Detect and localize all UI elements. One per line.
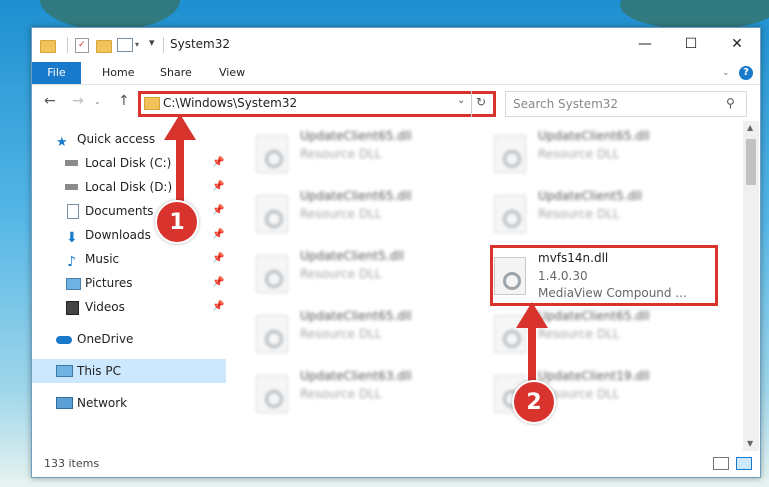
pin-icon[interactable]: 📌 bbox=[212, 247, 224, 271]
dll-file-icon bbox=[256, 315, 288, 353]
callout-arrowhead-1 bbox=[164, 114, 196, 140]
expand-ribbon-icon[interactable]: ⌄ bbox=[722, 68, 730, 78]
callout-badge-2: 2 bbox=[512, 380, 556, 424]
download-arrow-icon: ⬇ bbox=[66, 230, 78, 246]
tab-share[interactable]: Share bbox=[160, 62, 192, 84]
search-icon[interactable]: ⚲ bbox=[726, 96, 735, 110]
recent-locations-icon[interactable]: ⌄ bbox=[94, 97, 101, 106]
navigation-pane: ★ Quick access Local Disk (C:) 📌 Local D… bbox=[32, 121, 228, 451]
window-title: System32 bbox=[170, 37, 231, 51]
minimize-button[interactable]: — bbox=[622, 28, 668, 60]
dll-file-icon bbox=[256, 135, 288, 173]
vertical-scrollbar[interactable]: ▲ ▼ bbox=[743, 121, 759, 451]
search-placeholder: Search System32 bbox=[513, 97, 619, 111]
target-highlight-box bbox=[490, 245, 718, 306]
dll-file-icon bbox=[256, 255, 288, 293]
sidebar-item-videos[interactable]: Videos 📌 bbox=[32, 295, 226, 319]
sidebar-item-local-disk-d[interactable]: Local Disk (D:) 📌 bbox=[32, 175, 226, 199]
scroll-down-icon[interactable]: ▼ bbox=[747, 439, 753, 448]
documents-icon bbox=[67, 204, 79, 219]
callout-badge-1: 1 bbox=[155, 200, 199, 244]
dll-file-icon bbox=[494, 135, 526, 173]
pin-icon[interactable]: 📌 bbox=[212, 295, 224, 319]
sidebar-item-this-pc[interactable]: This PC bbox=[32, 359, 226, 383]
status-bar: 133 items bbox=[32, 451, 760, 477]
details-view-icon[interactable] bbox=[713, 457, 729, 470]
title-bar: ✓ ▾ ▾ System32 — ☐ ✕ bbox=[32, 28, 760, 62]
list-item[interactable]: UpdateClient5.dll Resource DLL bbox=[492, 189, 722, 239]
list-item[interactable]: UpdateClient65.dll Resource DLL bbox=[254, 189, 484, 239]
list-item[interactable]: UpdateClient5.dll Resource DLL bbox=[254, 249, 484, 299]
tab-file[interactable]: File bbox=[32, 62, 81, 84]
customize-icon[interactable] bbox=[117, 38, 133, 52]
cloud-icon bbox=[56, 336, 72, 344]
navigation-bar: ← → ⌄ ↑ C:\Windows\System32 ⌄ ↻ Search S… bbox=[32, 85, 760, 119]
dll-file-icon bbox=[256, 375, 288, 413]
sidebar-item-pictures[interactable]: Pictures 📌 bbox=[32, 271, 226, 295]
help-icon[interactable]: ? bbox=[739, 66, 753, 80]
pin-icon[interactable]: 📌 bbox=[212, 271, 224, 295]
dll-file-icon bbox=[494, 195, 526, 233]
drive-icon bbox=[65, 184, 78, 190]
tab-home[interactable]: Home bbox=[102, 62, 134, 84]
callout-arrowhead-2 bbox=[516, 302, 548, 328]
dropdown-icon[interactable]: ▾ bbox=[149, 36, 155, 52]
drive-icon bbox=[65, 160, 78, 166]
list-item[interactable]: UpdateClient65.dll Resource DLL bbox=[492, 129, 722, 179]
background-palm bbox=[620, 0, 769, 30]
separator bbox=[163, 37, 164, 53]
properties-icon[interactable]: ✓ bbox=[75, 38, 89, 53]
star-icon: ★ bbox=[56, 135, 68, 150]
up-arrow-icon[interactable]: ↑ bbox=[118, 93, 130, 109]
sidebar-item-network[interactable]: Network bbox=[32, 391, 226, 415]
pictures-icon bbox=[66, 278, 81, 290]
list-item[interactable]: UpdateClient65.dll Resource DLL bbox=[254, 129, 484, 179]
back-arrow-icon[interactable]: ← bbox=[44, 93, 56, 109]
refresh-icon[interactable]: ↻ bbox=[476, 95, 486, 109]
large-icons-view-icon[interactable] bbox=[736, 457, 752, 470]
pin-icon[interactable]: 📌 bbox=[212, 199, 224, 223]
explorer-window: ✓ ▾ ▾ System32 — ☐ ✕ File Home Share Vie… bbox=[31, 27, 761, 478]
separator bbox=[67, 37, 68, 53]
background-palm bbox=[40, 0, 180, 30]
chevron-down-icon[interactable]: ▾ bbox=[135, 40, 139, 56]
sidebar-item-onedrive[interactable]: OneDrive bbox=[32, 327, 226, 351]
address-path: C:\Windows\System32 bbox=[163, 96, 298, 110]
callout-arrow-2 bbox=[528, 322, 536, 384]
sidebar-item-music[interactable]: ♪ Music 📌 bbox=[32, 247, 226, 271]
scroll-up-icon[interactable]: ▲ bbox=[747, 123, 753, 132]
music-icon: ♪ bbox=[67, 254, 76, 270]
folder-icon bbox=[144, 97, 160, 110]
maximize-button[interactable]: ☐ bbox=[668, 28, 714, 60]
tab-view[interactable]: View bbox=[219, 62, 245, 84]
search-input[interactable]: Search System32 ⚲ bbox=[505, 91, 747, 117]
ribbon: File Home Share View ⌄ ? bbox=[32, 62, 760, 85]
pin-icon[interactable]: 📌 bbox=[212, 223, 224, 247]
videos-icon bbox=[66, 301, 79, 315]
list-item[interactable]: UpdateClient63.dll Resource DLL bbox=[254, 369, 484, 419]
list-item[interactable]: UpdateClient65.dll Resource DLL bbox=[254, 309, 484, 359]
chevron-down-icon[interactable]: ⌄ bbox=[457, 95, 465, 106]
forward-arrow-icon[interactable]: → bbox=[72, 93, 84, 109]
sidebar-item-quick-access[interactable]: ★ Quick access bbox=[32, 127, 226, 151]
close-button[interactable]: ✕ bbox=[714, 28, 760, 60]
dll-file-icon bbox=[256, 195, 288, 233]
scrollbar-thumb[interactable] bbox=[746, 139, 756, 185]
computer-icon bbox=[56, 365, 73, 377]
sidebar-item-local-disk-c[interactable]: Local Disk (C:) 📌 bbox=[32, 151, 226, 175]
pin-icon[interactable]: 📌 bbox=[212, 175, 224, 199]
pin-icon[interactable]: 📌 bbox=[212, 151, 224, 175]
item-count: 133 items bbox=[44, 457, 100, 470]
network-icon bbox=[56, 397, 73, 409]
callout-arrow-1 bbox=[176, 136, 184, 204]
